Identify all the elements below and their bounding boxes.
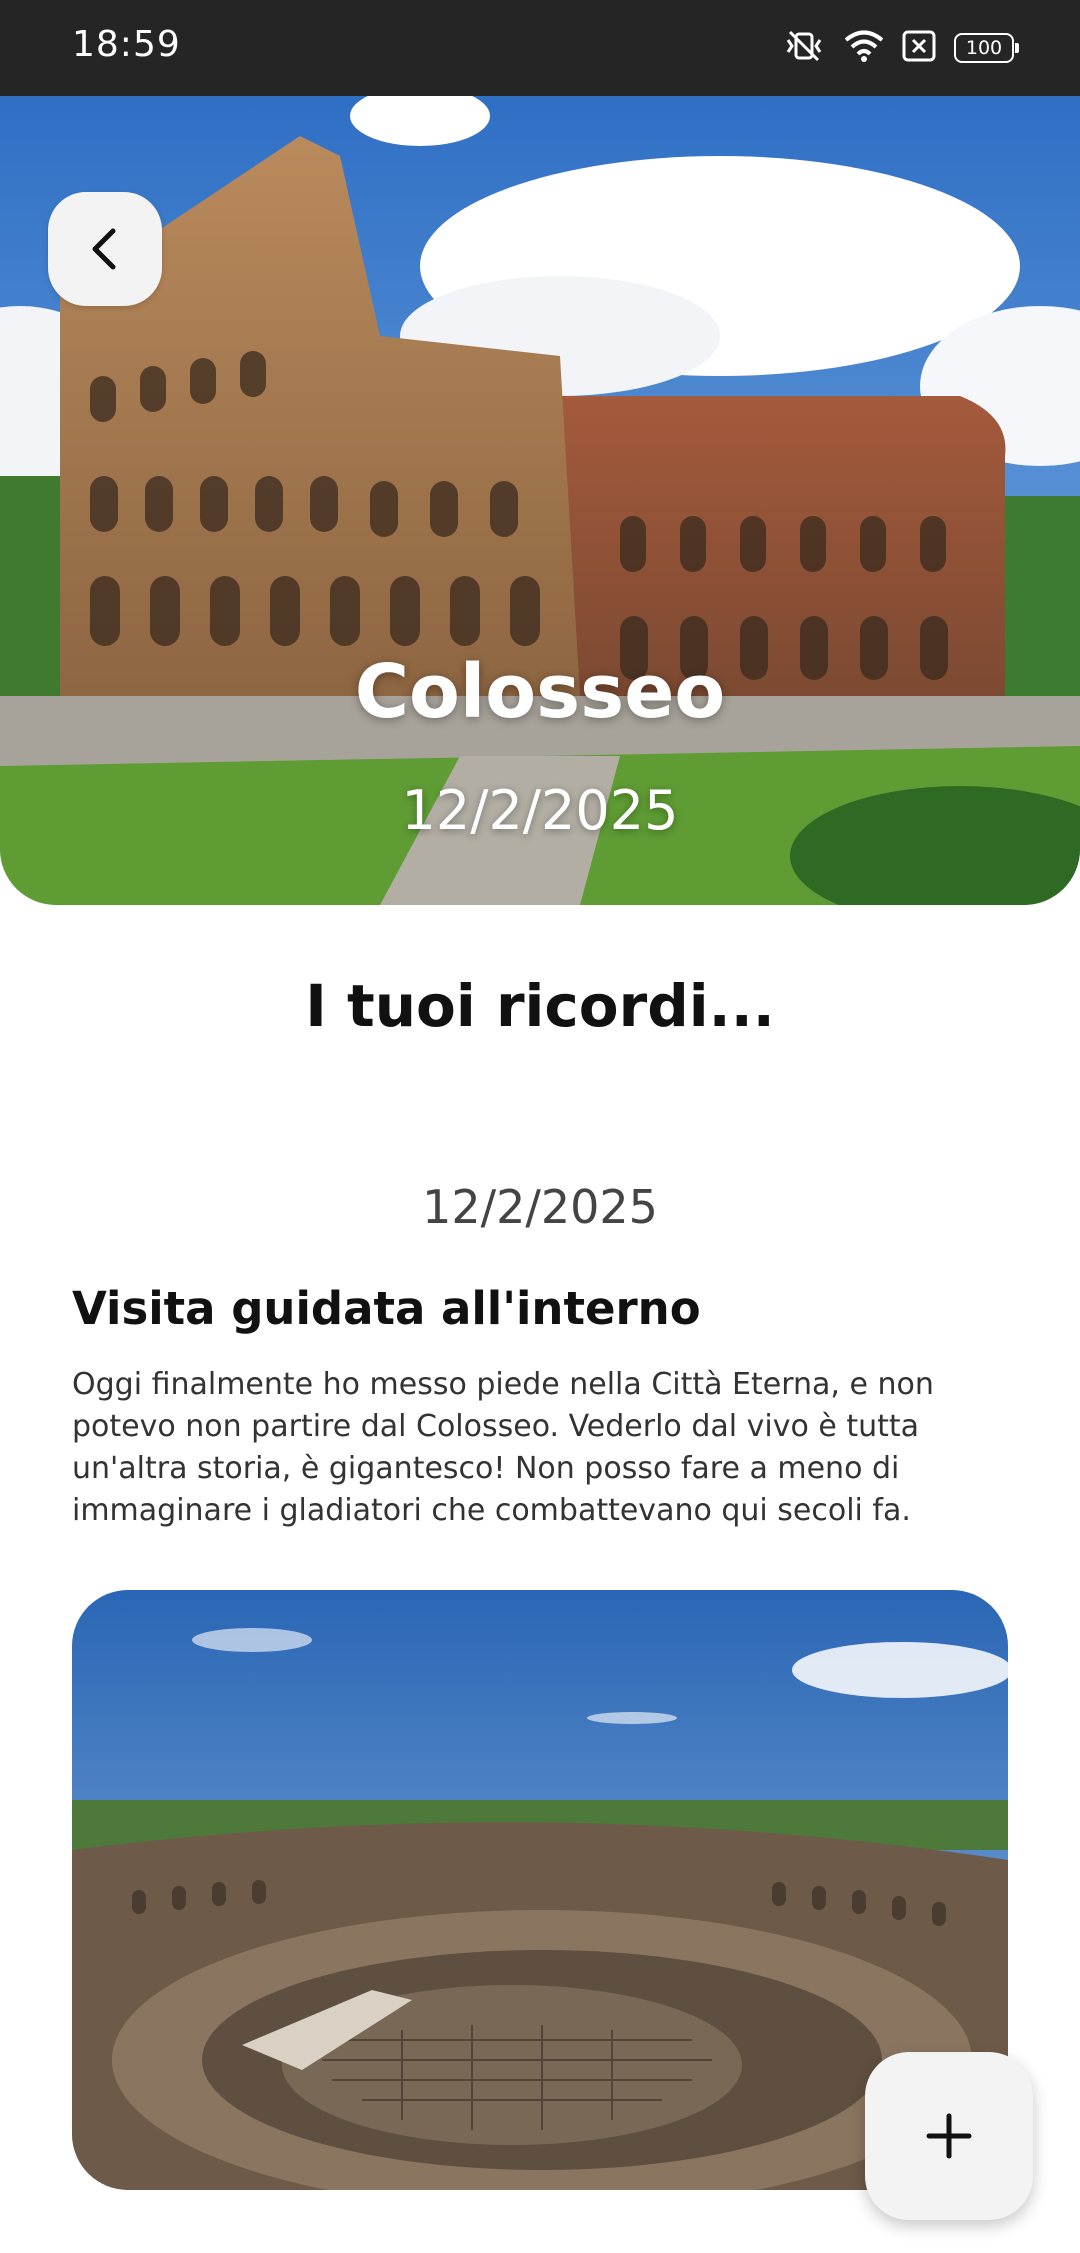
- memory-date: 12/2/2025: [422, 1180, 658, 1234]
- plus-icon: [926, 2113, 972, 2159]
- section-title: I tuoi ricordi...: [305, 972, 775, 1040]
- add-memory-button[interactable]: [865, 2052, 1033, 2220]
- memory-text: Oggi finalmente ho messo piede nella Cit…: [72, 1367, 934, 1528]
- place-date: 12/2/2025: [401, 779, 679, 842]
- battery-icon: 100: [954, 33, 1019, 63]
- back-button[interactable]: [48, 192, 162, 306]
- vibrate-off-icon: [782, 28, 826, 68]
- wifi-icon: [844, 29, 884, 67]
- chevron-left-icon: [92, 228, 116, 270]
- status-icons: 100: [782, 28, 1019, 68]
- place-title: Colosseo: [354, 649, 726, 735]
- memory-title: Visita guidata all'interno: [72, 1282, 701, 1335]
- status-time: 18:59: [72, 24, 181, 65]
- hero-image: Colosseo 12/2/2025: [0, 96, 1080, 905]
- status-bar: 18:59 100: [0, 0, 1080, 96]
- sim-x-icon: [902, 30, 936, 66]
